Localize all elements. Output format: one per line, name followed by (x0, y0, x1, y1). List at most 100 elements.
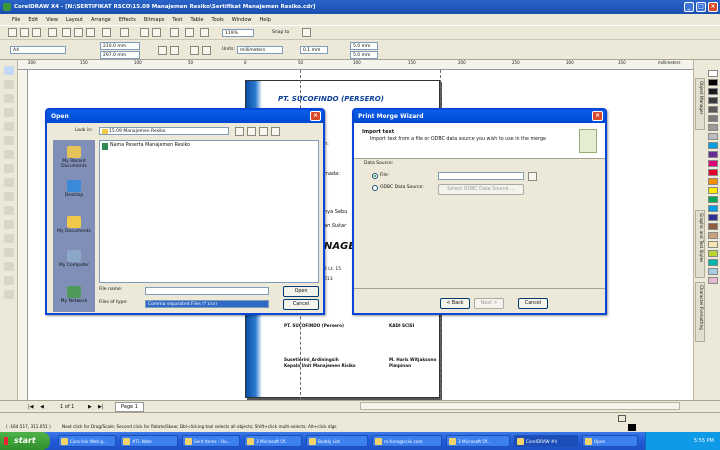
color-swatch[interactable] (708, 187, 718, 194)
file-type-select[interactable]: Comma separated Files (*.csv) (145, 300, 269, 308)
taskbar-item[interactable]: m.tiara@scisi.com (372, 435, 442, 447)
import-icon[interactable] (140, 28, 149, 37)
color-swatch[interactable] (708, 250, 718, 257)
page-tab[interactable]: Page 1 (115, 402, 144, 412)
taskbar-item[interactable]: Cara link Web g... (58, 435, 116, 447)
taskbar-item[interactable]: #TL Note (120, 435, 178, 447)
zoom-level-field[interactable]: 119% (222, 29, 254, 37)
menu-view[interactable]: View (46, 17, 58, 23)
taskbar-item[interactable]: Sent Items - Ou... (182, 435, 240, 447)
color-swatch[interactable] (708, 88, 718, 95)
polygon-tool-icon[interactable] (4, 178, 14, 187)
color-swatch[interactable] (708, 160, 718, 167)
start-button[interactable]: start (0, 432, 50, 450)
connector-tool-icon[interactable] (4, 248, 14, 257)
color-swatch[interactable] (708, 97, 718, 104)
place-recent-documents[interactable]: My Recent Documents (53, 146, 95, 169)
paper-type-select[interactable]: A4 (10, 46, 66, 54)
landscape-icon[interactable] (170, 46, 179, 55)
place-my-computer[interactable]: My Computer (53, 250, 95, 268)
taskbar-item[interactable]: 3 Microsoft Of... (244, 435, 302, 447)
file-name-input[interactable] (145, 287, 269, 295)
portrait-icon[interactable] (158, 46, 167, 55)
browse-folder-icon[interactable] (528, 172, 537, 181)
color-swatch[interactable] (708, 268, 718, 275)
select-odbc-button[interactable]: Select ODBC Data Source ... (438, 184, 524, 195)
crop-tool-icon[interactable] (4, 94, 14, 103)
docker-tab-styles[interactable]: Graphic and Text Styles (695, 210, 705, 278)
color-swatch[interactable] (708, 214, 718, 221)
menu-window[interactable]: Window (232, 17, 252, 23)
color-swatch[interactable] (708, 205, 718, 212)
taskbar-item[interactable]: 3 Microsoft Of... (446, 435, 510, 447)
redo-icon[interactable] (120, 28, 129, 37)
place-desktop[interactable]: Desktop (53, 180, 95, 198)
taskbar-item[interactable]: CorelDRAW #4 (514, 435, 578, 447)
close-icon[interactable]: × (592, 111, 603, 121)
current-page-icon[interactable] (202, 46, 211, 55)
page-height-field[interactable]: 297.0 mm (100, 51, 140, 59)
wizard-cancel-button[interactable]: Cancel (518, 298, 548, 309)
color-swatch[interactable] (708, 241, 718, 248)
docker-tab-object-manager[interactable]: Object Manager (695, 78, 705, 130)
duplicate-x-field[interactable]: 5.0 mm (350, 42, 378, 50)
list-item[interactable]: Nama Peserta Manajemen Resiko (102, 143, 190, 150)
clock[interactable]: 5:55 PM (694, 438, 714, 444)
place-my-documents[interactable]: My Documents (53, 216, 95, 234)
menu-effects[interactable]: Effects (119, 17, 136, 23)
docker-tab-character[interactable]: Character Formatting (695, 282, 705, 342)
shape-tool-icon[interactable] (4, 80, 14, 89)
color-swatch[interactable] (708, 232, 718, 239)
freehand-tool-icon[interactable] (4, 122, 14, 131)
text-tool-icon[interactable] (4, 206, 14, 215)
place-my-network[interactable]: My Network (53, 286, 95, 304)
color-swatch[interactable] (708, 124, 718, 131)
welcome-screen-icon[interactable] (185, 28, 194, 37)
open-button[interactable]: Open (283, 286, 319, 297)
menu-text[interactable]: Text (172, 17, 182, 23)
color-swatch[interactable] (708, 178, 718, 185)
print-icon[interactable] (48, 28, 57, 37)
up-folder-icon[interactable] (247, 127, 256, 136)
minimize-icon[interactable]: _ (684, 2, 694, 12)
basic-shapes-tool-icon[interactable] (4, 192, 14, 201)
undo-icon[interactable] (102, 28, 111, 37)
outline-tool-icon[interactable] (4, 276, 14, 285)
look-in-select[interactable]: 15.09 Manajemen Resiko (99, 127, 229, 135)
back-button[interactable]: < Back (440, 298, 470, 309)
duplicate-y-field[interactable]: 5.0 mm (350, 51, 378, 59)
file-list[interactable]: Nama Peserta Manajemen Resiko (99, 140, 319, 283)
color-swatch[interactable] (708, 196, 718, 203)
menu-file[interactable]: File (12, 17, 20, 23)
menu-arrange[interactable]: Arrange (91, 17, 111, 23)
color-swatch[interactable] (708, 151, 718, 158)
ellipse-tool-icon[interactable] (4, 164, 14, 173)
color-swatch[interactable] (708, 277, 718, 284)
views-menu-icon[interactable] (271, 127, 280, 136)
color-swatch[interactable] (708, 223, 718, 230)
maximize-icon[interactable]: □ (696, 2, 706, 12)
menu-help[interactable]: Help (259, 17, 270, 23)
smart-fill-tool-icon[interactable] (4, 136, 14, 145)
table-tool-icon[interactable] (4, 220, 14, 229)
units-select[interactable]: millimeters (237, 46, 283, 54)
new-icon[interactable] (8, 28, 17, 37)
dimension-tool-icon[interactable] (4, 234, 14, 243)
close-icon[interactable]: × (310, 111, 321, 121)
color-swatch[interactable] (708, 259, 718, 266)
color-swatch[interactable] (708, 79, 718, 86)
options-icon[interactable] (302, 28, 311, 37)
cancel-button[interactable]: Cancel (283, 299, 319, 310)
all-pages-icon[interactable] (190, 46, 199, 55)
export-icon[interactable] (152, 28, 161, 37)
odbc-radio[interactable] (372, 185, 378, 191)
new-folder-icon[interactable] (259, 127, 268, 136)
page-width-field[interactable]: 210.0 mm (100, 42, 140, 50)
eyedropper-tool-icon[interactable] (4, 262, 14, 271)
zoom-options-icon[interactable] (200, 28, 209, 37)
snap-to-dropdown[interactable]: Snap to (272, 29, 289, 37)
paste-icon[interactable] (86, 28, 95, 37)
vertical-ruler[interactable] (18, 70, 28, 400)
menu-edit[interactable]: Edit (28, 17, 38, 23)
file-radio[interactable] (372, 173, 378, 179)
